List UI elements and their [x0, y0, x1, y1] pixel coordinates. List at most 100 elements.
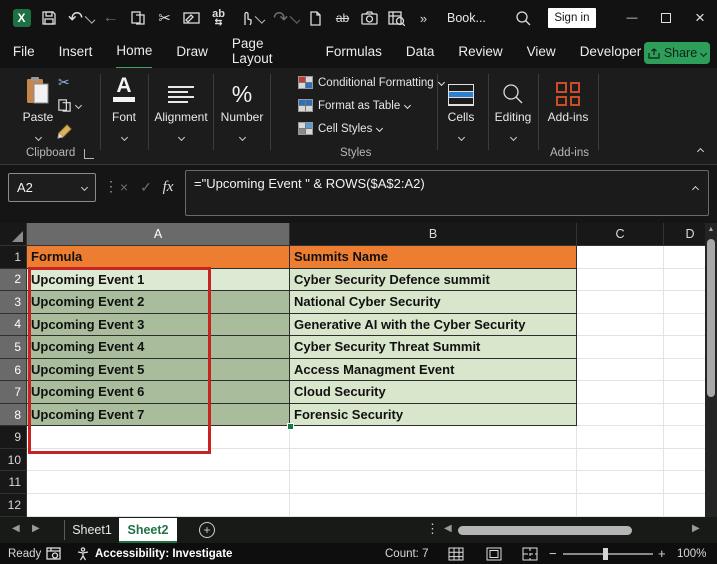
cell-C11[interactable]	[577, 471, 664, 495]
tab-insert[interactable]: Insert	[59, 37, 93, 68]
sheet-tab-sheet2[interactable]: Sheet2	[119, 518, 177, 543]
cell-B4[interactable]: Generative AI with the Cyber Security	[290, 313, 577, 337]
normal-view-icon[interactable]	[448, 543, 464, 564]
editing-menu-button[interactable]: Editing	[489, 72, 537, 143]
tab-developer[interactable]: Developer	[580, 37, 642, 68]
excel-logo-icon[interactable]: X	[8, 5, 35, 31]
format-as-table-button[interactable]: Format as Table	[298, 99, 412, 112]
cell-A1[interactable]: Formula	[27, 246, 290, 269]
cell-A10[interactable]	[27, 448, 290, 472]
clipboard-dialog-launcher-icon[interactable]	[84, 149, 94, 159]
tab-view[interactable]: View	[527, 37, 556, 68]
row-header-5[interactable]: 5	[0, 336, 27, 359]
zoom-out-button[interactable]: −	[549, 543, 557, 564]
insert-function-icon[interactable]: fx	[158, 173, 178, 201]
search-icon[interactable]	[510, 10, 536, 26]
tab-data[interactable]: Data	[406, 37, 435, 68]
row-header-11[interactable]: 11	[0, 471, 27, 495]
row-header-1[interactable]: 1	[0, 246, 27, 269]
cell-B2[interactable]: Cyber Security Defence summit	[290, 268, 577, 292]
cell-B9[interactable]	[290, 426, 577, 449]
alignment-dropdown-icon[interactable]	[177, 133, 185, 142]
formula-input[interactable]: ="Upcoming Event " & ROWS($A$2:A2)	[185, 170, 709, 216]
column-header-C[interactable]: C	[577, 223, 664, 246]
zoom-in-button[interactable]: +	[658, 543, 666, 564]
tab-home[interactable]: Home	[116, 36, 153, 69]
format-painter-icon[interactable]	[57, 123, 73, 139]
cell-B8[interactable]: Forensic Security	[290, 403, 577, 427]
copy-dropdown-icon[interactable]	[74, 101, 83, 110]
row-header-10[interactable]: 10	[0, 448, 27, 472]
cell-B5[interactable]: Cyber Security Threat Summit	[290, 336, 577, 359]
sheet-tab-sheet1[interactable]: Sheet1	[66, 517, 118, 543]
cell-C7[interactable]	[577, 381, 664, 404]
column-header-A[interactable]: A	[27, 223, 290, 246]
column-header-B[interactable]: B	[290, 223, 577, 246]
cell-A11[interactable]	[27, 471, 290, 495]
cell-B7[interactable]: Cloud Security	[290, 381, 577, 404]
row-header-8[interactable]: 8	[0, 403, 27, 427]
cell-C2[interactable]	[577, 268, 664, 292]
cell-B3[interactable]: National Cyber Security	[290, 291, 577, 314]
collapse-formula-bar-icon[interactable]	[691, 185, 700, 194]
zoom-slider-thumb[interactable]	[603, 548, 608, 560]
page-layout-view-icon[interactable]	[486, 543, 502, 564]
cell-C4[interactable]	[577, 313, 664, 337]
cell-A9[interactable]	[27, 426, 290, 449]
sheet-nav-right-icon[interactable]: ▶	[32, 523, 40, 534]
cell-C9[interactable]	[577, 426, 664, 449]
tab-review[interactable]: Review	[458, 37, 502, 68]
cell-A4[interactable]: Upcoming Event 3	[27, 313, 290, 337]
draw-signature-icon[interactable]	[178, 5, 205, 31]
vertical-scrollbar[interactable]: ▲	[705, 223, 717, 517]
cell-B1[interactable]: Summits Name	[290, 246, 577, 269]
name-box[interactable]: A2	[8, 173, 96, 202]
name-box-dropdown-icon[interactable]	[80, 183, 89, 192]
cell-A7[interactable]: Upcoming Event 6	[27, 381, 290, 404]
maximize-button[interactable]	[649, 3, 683, 33]
zoom-slider[interactable]	[563, 553, 653, 555]
close-button[interactable]: ×	[683, 3, 717, 33]
accessibility-status[interactable]: Accessibility: Investigate	[95, 543, 232, 564]
vertical-scrollbar-thumb[interactable]	[707, 239, 715, 397]
table-lookup-icon[interactable]	[383, 5, 410, 31]
share-button[interactable]: Share	[644, 42, 710, 64]
more-commands-icon[interactable]: »	[410, 5, 437, 31]
touch-mode-icon[interactable]	[232, 5, 259, 31]
cells-dropdown-icon[interactable]	[457, 133, 465, 142]
conditional-formatting-button[interactable]: Conditional Formatting	[298, 76, 445, 89]
page-break-view-icon[interactable]	[522, 543, 538, 564]
paste-dropdown-icon[interactable]	[34, 133, 42, 142]
cell-C12[interactable]	[577, 494, 664, 517]
collapse-ribbon-icon[interactable]	[696, 147, 705, 156]
cell-C3[interactable]	[577, 291, 664, 314]
fill-handle[interactable]	[287, 423, 294, 430]
cell-A2[interactable]: Upcoming Event 1	[27, 268, 290, 292]
cell-C8[interactable]	[577, 403, 664, 427]
select-all-corner[interactable]	[0, 223, 27, 246]
cell-styles-button[interactable]: Cell Styles	[298, 122, 384, 135]
new-sheet-button[interactable]: +	[199, 522, 215, 538]
cut-small-icon[interactable]: ✂	[58, 74, 70, 91]
cut-icon[interactable]: ✂	[151, 5, 178, 31]
alignment-menu-button[interactable]: Alignment	[150, 72, 212, 143]
cell-C1[interactable]	[577, 246, 664, 269]
strikethrough-icon[interactable]: ab	[329, 5, 356, 31]
macro-record-icon[interactable]	[46, 543, 61, 564]
copy-icon[interactable]	[124, 5, 151, 31]
row-header-2[interactable]: 2	[0, 268, 27, 292]
scroll-up-icon[interactable]: ▲	[705, 223, 717, 237]
cell-B11[interactable]	[290, 471, 577, 495]
cell-A3[interactable]: Upcoming Event 2	[27, 291, 290, 314]
row-header-9[interactable]: 9	[0, 426, 27, 449]
row-header-3[interactable]: 3	[0, 291, 27, 314]
new-file-icon[interactable]	[302, 5, 329, 31]
tab-draw[interactable]: Draw	[176, 37, 208, 68]
number-dropdown-icon[interactable]	[238, 133, 246, 142]
horizontal-scrollbar-thumb[interactable]	[458, 526, 632, 535]
cell-A12[interactable]	[27, 494, 290, 517]
camera-icon[interactable]	[356, 5, 383, 31]
cell-B6[interactable]: Access Managment Event	[290, 358, 577, 382]
row-header-6[interactable]: 6	[0, 358, 27, 382]
add-ins-button[interactable]: Add-ins	[542, 72, 594, 124]
